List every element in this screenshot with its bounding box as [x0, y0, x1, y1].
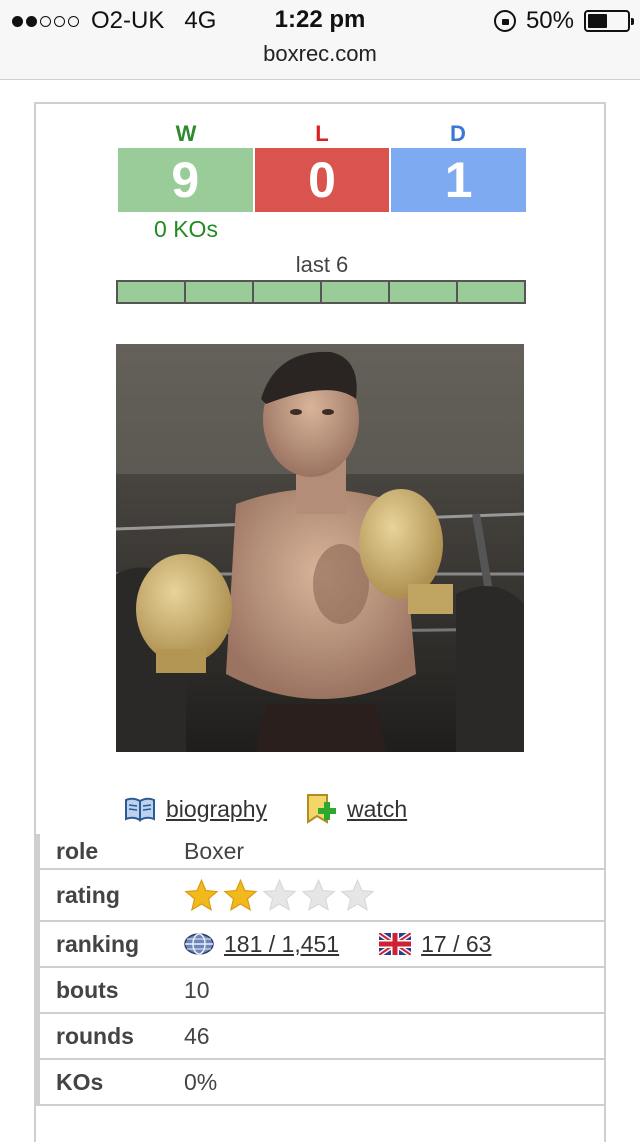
world-ranking-link[interactable]: 181 / 1,451 — [224, 931, 339, 958]
rounds-value: 46 — [184, 1022, 210, 1049]
watch-link[interactable]: watch — [347, 796, 407, 823]
boxer-info-table: role Boxer rating ranking 181 / 1,451 17… — [36, 834, 606, 1106]
star-empty-icon — [340, 878, 375, 911]
battery-icon — [584, 10, 634, 32]
record-boxes: 9 0 1 — [118, 148, 527, 212]
book-icon — [125, 797, 155, 822]
kos-label: KOs — [56, 1068, 104, 1095]
wins-label: W — [175, 121, 197, 146]
ranking-values: 181 / 1,451 17 / 63 — [184, 931, 491, 958]
biography-link[interactable]: biography — [166, 796, 267, 823]
bouts-value: 10 — [184, 976, 210, 1003]
rotation-lock-icon — [493, 10, 516, 32]
result-segment — [254, 282, 320, 302]
uk-ranking-link[interactable]: 17 / 63 — [421, 931, 491, 958]
kos-value: 0% — [184, 1068, 218, 1095]
uk-flag-icon — [379, 933, 412, 955]
boxer-photo-image — [116, 344, 524, 752]
info-row-rating: rating — [40, 870, 606, 922]
globe-icon — [184, 933, 214, 955]
result-segment — [186, 282, 252, 302]
record-labels: W L D — [118, 120, 526, 148]
result-segment — [390, 282, 456, 302]
info-row-ranking: ranking 181 / 1,451 17 / 63 — [40, 922, 606, 968]
url-text: boxrec.com — [263, 41, 377, 66]
role-label: role — [56, 837, 99, 864]
star-empty-icon — [301, 878, 336, 911]
losses-label: L — [315, 121, 329, 146]
draws-count: 1 — [391, 148, 527, 212]
losses-count: 0 — [254, 148, 390, 212]
star-filled-icon — [223, 878, 258, 911]
role-value: Boxer — [184, 837, 245, 864]
status-bar: O2-UK 4G 1:22 pm 50% — [0, 0, 640, 40]
ko-count: 0 KOs — [154, 216, 218, 242]
rating-label: rating — [56, 881, 120, 908]
wins-count: 9 — [118, 148, 253, 212]
info-row-bouts: bouts 10 — [40, 968, 606, 1014]
info-row-rounds: rounds 46 — [40, 1014, 606, 1060]
boxer-photo — [116, 344, 524, 752]
result-segment — [118, 282, 184, 302]
result-segment — [458, 282, 524, 302]
rating-stars — [184, 878, 375, 913]
boxer-card: W L D 9 0 1 0 KOs last 6 biography watch… — [34, 102, 606, 1142]
battery-percent: 50% — [525, 7, 574, 34]
ranking-label: ranking — [56, 930, 140, 957]
bouts-label: bouts — [56, 976, 119, 1003]
draws-label: D — [450, 121, 466, 146]
battery-fill — [588, 14, 607, 28]
star-filled-icon — [184, 878, 219, 911]
fight-record: W L D 9 0 1 0 KOs — [118, 120, 527, 242]
profile-links: biography watch — [124, 792, 407, 826]
status-icons: 50% — [493, 7, 634, 35]
info-row-kos: KOs 0% — [40, 1060, 606, 1106]
star-empty-icon — [262, 878, 297, 911]
info-row-role: role Boxer — [40, 834, 606, 870]
watchlist-add-icon — [307, 794, 337, 824]
rounds-label: rounds — [56, 1022, 134, 1049]
last-six-label: last 6 — [295, 252, 349, 277]
last-six-results — [116, 280, 526, 304]
address-bar[interactable]: boxrec.com — [0, 40, 640, 80]
result-segment — [322, 282, 388, 302]
